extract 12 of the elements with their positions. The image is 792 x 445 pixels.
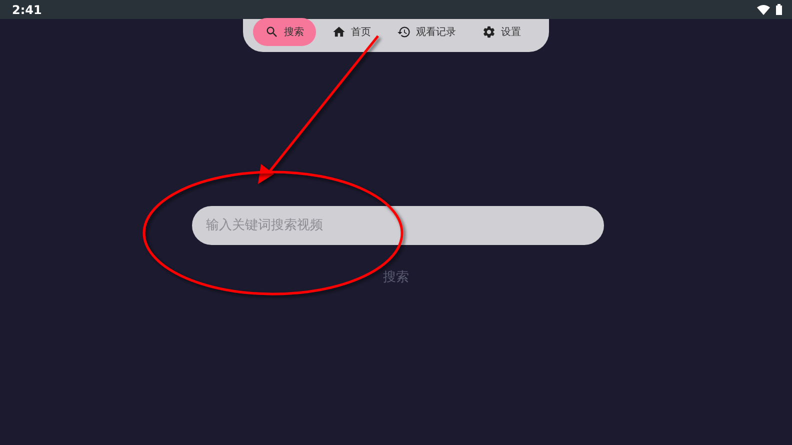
battery-icon [776, 4, 782, 15]
search-field[interactable]: 输入关键词搜索视频 [192, 206, 604, 245]
wifi-icon [757, 4, 770, 14]
nav-tab[interactable]: 搜索 [253, 18, 316, 46]
search-icon [265, 24, 279, 38]
nav-tab[interactable]: 首页 [322, 18, 381, 46]
status-time: 2:41 [12, 2, 42, 16]
nav-tab[interactable]: 设置 [472, 18, 531, 46]
history-icon [397, 24, 411, 38]
settings-icon [482, 24, 496, 38]
home-icon [332, 24, 346, 38]
nav-tab[interactable]: 观看记录 [387, 18, 466, 46]
